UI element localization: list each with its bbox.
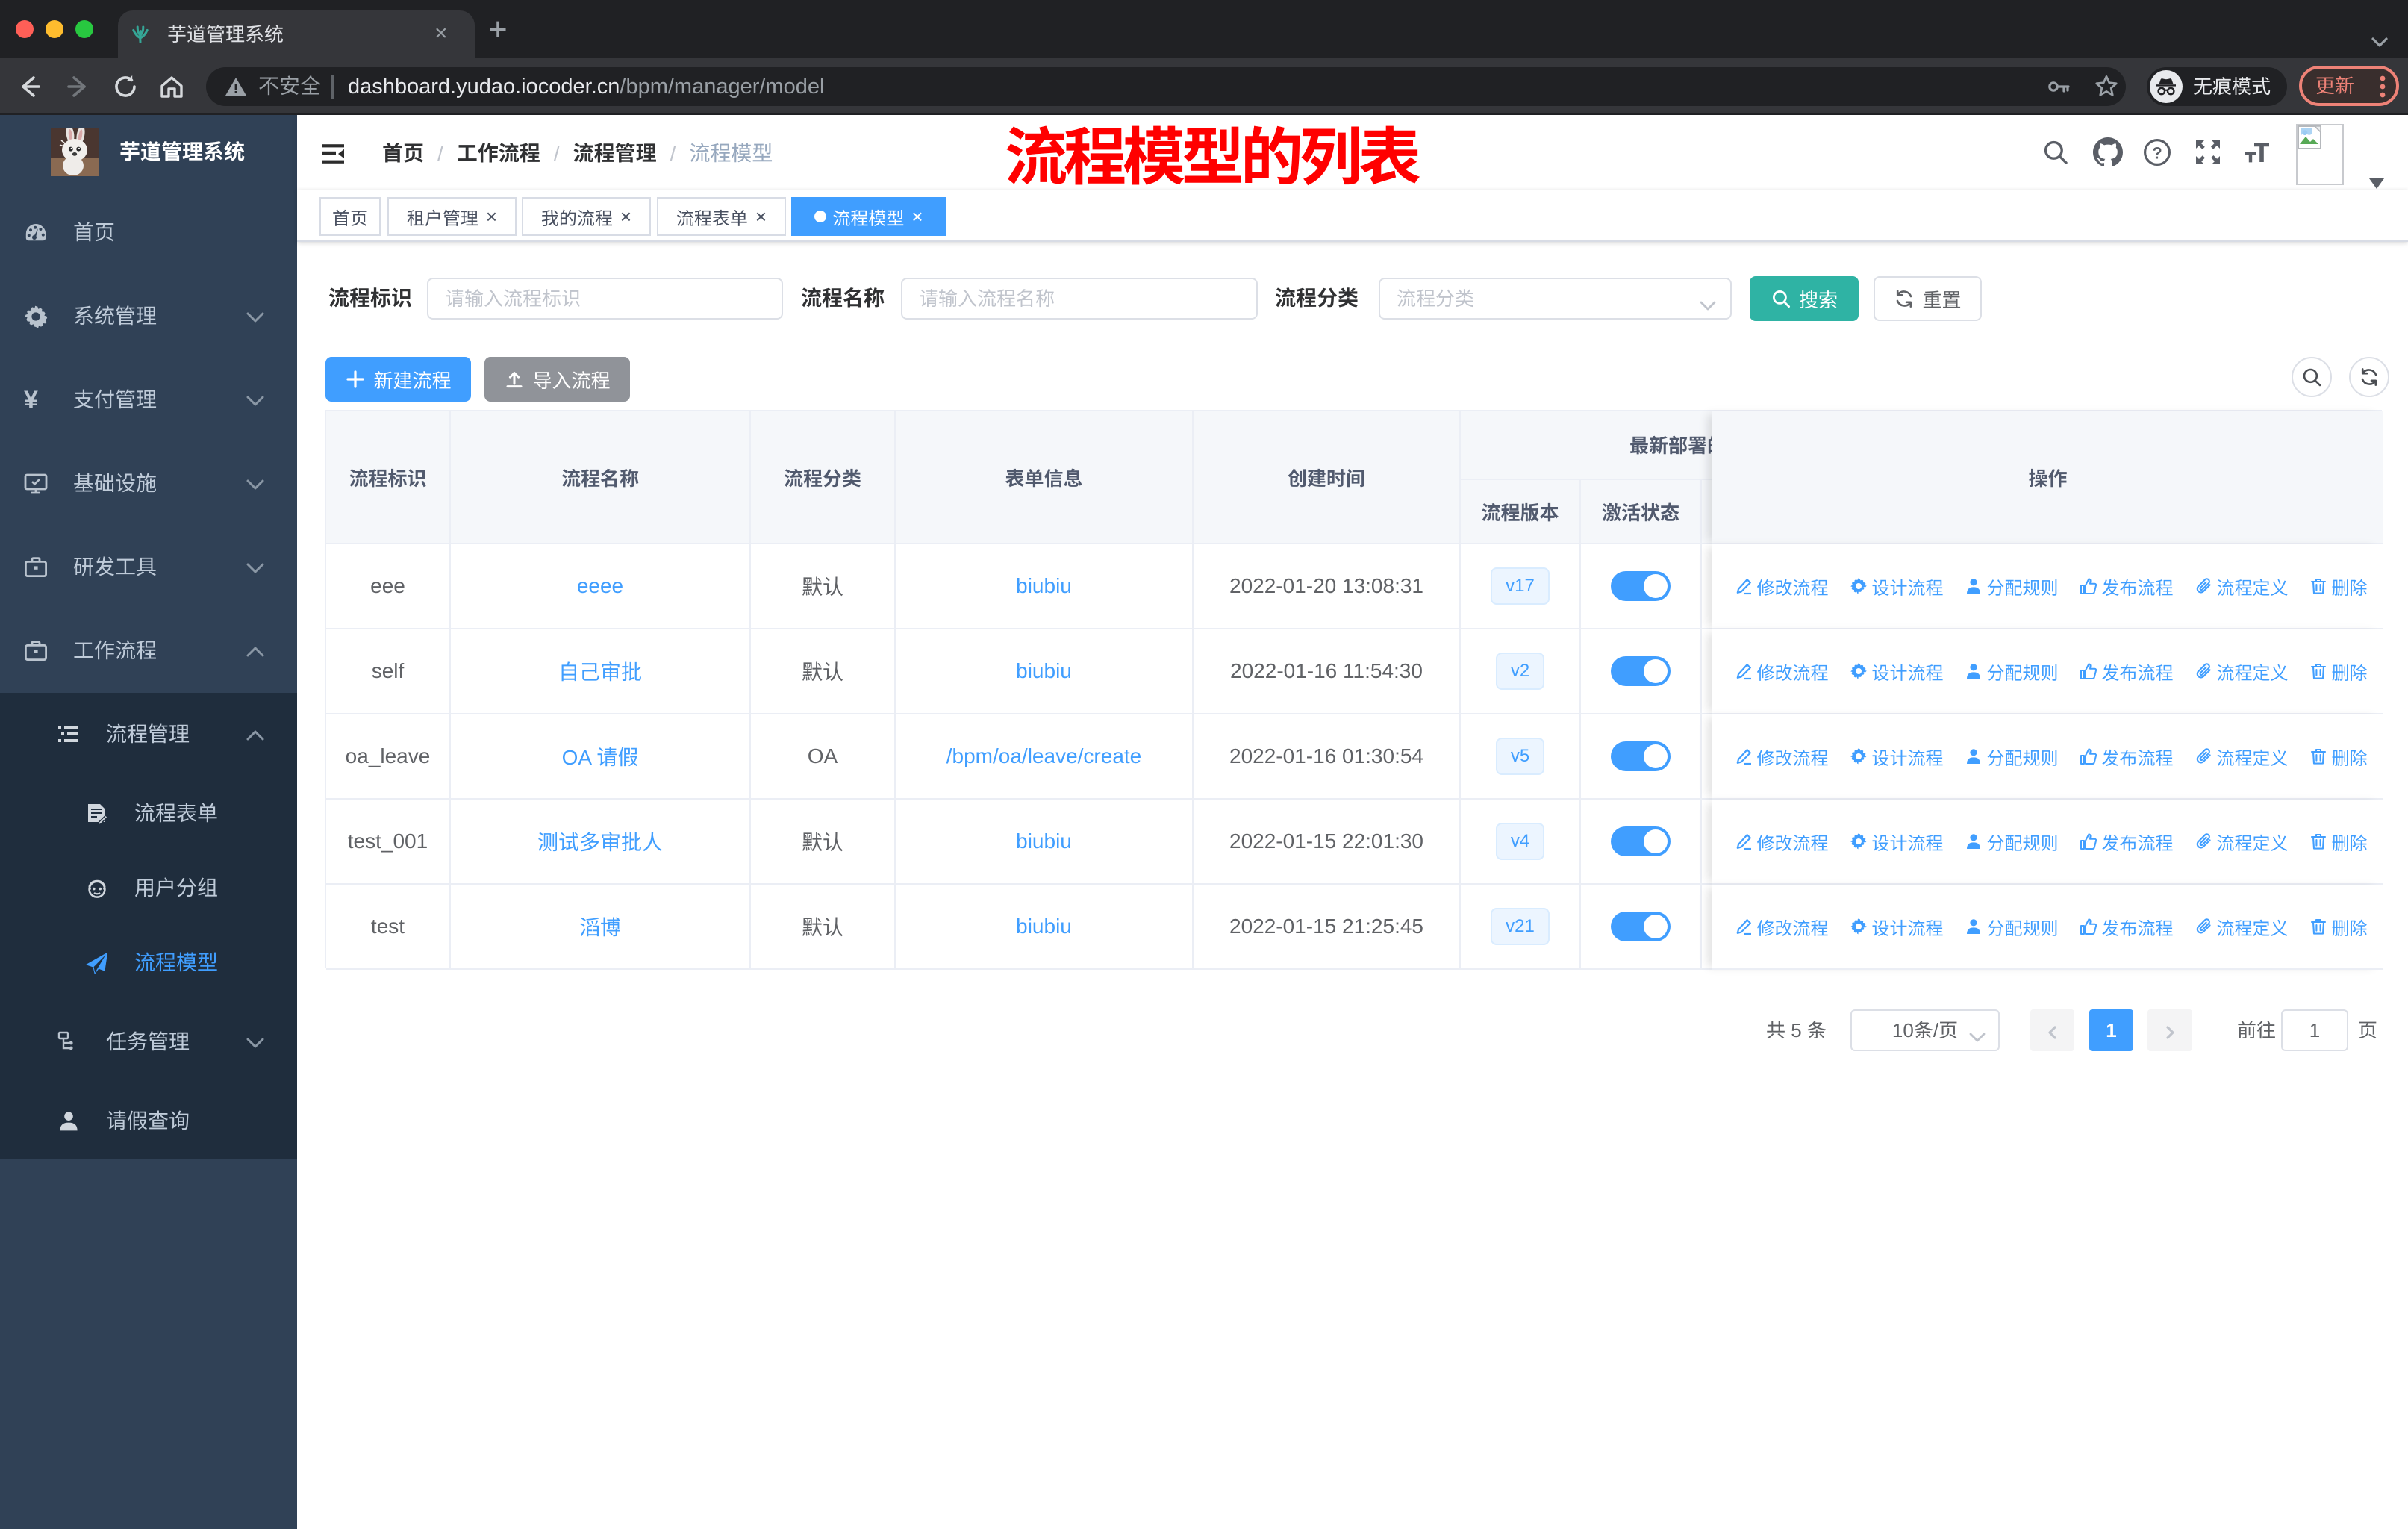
svg-text:?: ?	[2152, 143, 2162, 162]
